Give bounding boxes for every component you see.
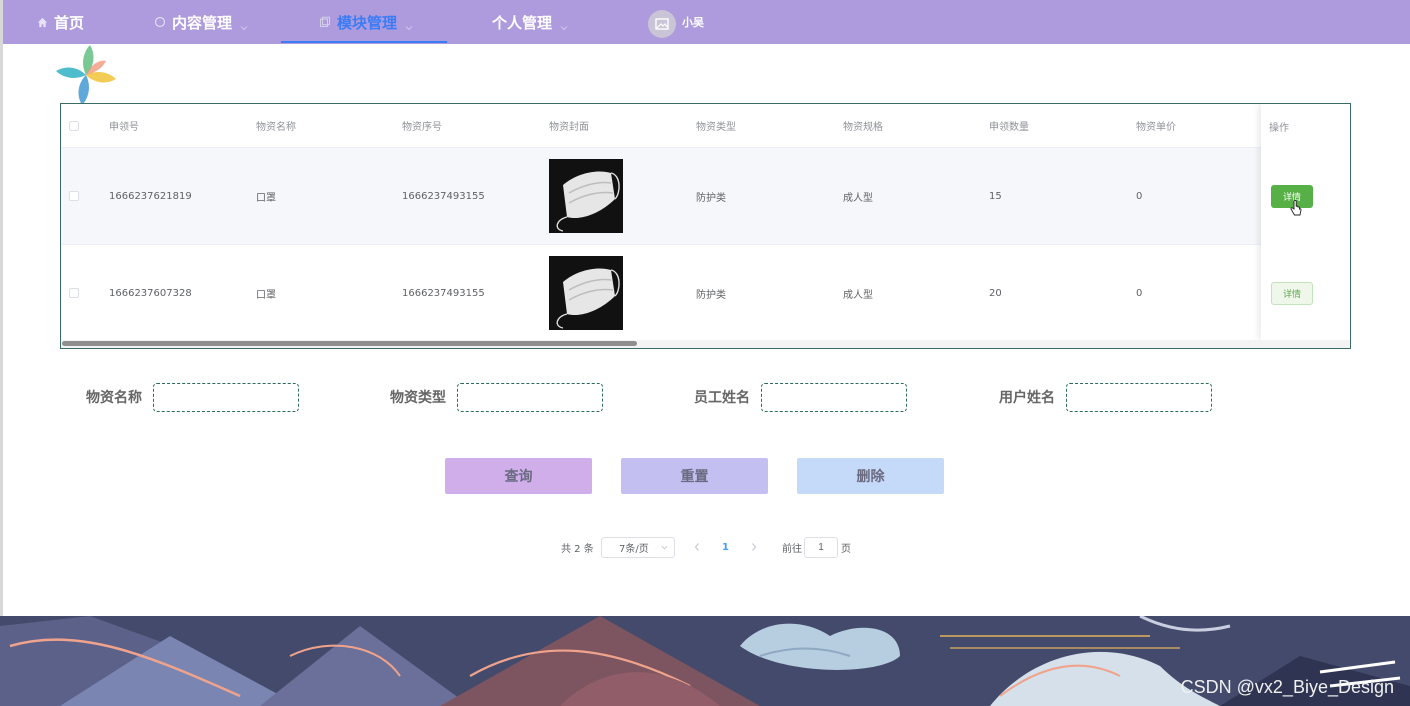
filter-staff-input[interactable] [761,383,907,412]
nav-module-management[interactable]: 模块管理 [319,0,413,44]
col-operations: 操作 [1269,122,1289,134]
active-tab-indicator [281,41,447,43]
cell-cover [549,245,623,341]
watermark-text: CSDN @vx2_Biye_Design [1180,677,1394,697]
cell-spec: 成人型 [843,289,873,301]
cell-type: 防护类 [696,192,726,204]
chevron-down-icon [240,18,248,31]
cell-cover [549,148,623,244]
chevron-down-icon [560,18,568,31]
goto-page-input[interactable] [804,537,838,558]
top-nav: 首页 内容管理 模块管理 个人管理 小吴 [3,0,1410,44]
query-button[interactable]: 查询 [445,458,592,494]
col-apply-no: 申领号 [109,122,139,133]
pinwheel-logo [56,45,116,105]
page-size-value: 7条/页 [619,544,649,555]
delete-button[interactable]: 删除 [797,458,944,494]
cell-qty: 20 [989,287,1002,299]
filter-staff-label: 员工姓名 [694,390,750,406]
filter-user-label: 用户姓名 [999,390,1055,406]
chevron-down-icon [661,545,668,550]
mask-thumbnail[interactable] [549,159,623,233]
chevron-down-icon [405,18,413,31]
nav-personal-management[interactable]: 个人管理 [492,0,568,44]
comment-icon [154,16,166,28]
goto-suffix: 页 [841,543,851,555]
filter-name-input[interactable] [153,383,299,412]
goto-prefix: 前往 [782,543,802,555]
chevron-right-icon [752,543,757,551]
col-price: 物资单价 [1136,122,1176,133]
nav-home[interactable]: 首页 [36,0,84,44]
col-cover: 物资封面 [549,122,589,133]
filter-user-input[interactable] [1066,383,1212,412]
home-icon [36,16,48,28]
username[interactable]: 小吴 [682,0,704,44]
cell-name: 口罩 [256,192,276,204]
nav-home-label: 首页 [54,13,85,32]
detail-button[interactable]: 详情 [1271,282,1313,305]
operations-column: 操作 详情 详情 [1261,104,1350,340]
scrollbar-thumb[interactable] [62,341,637,346]
hand-cursor-icon [1290,200,1302,216]
col-qty: 申领数量 [989,122,1029,133]
col-name: 物资名称 [256,122,296,133]
nav-module-label: 模块管理 [337,13,398,32]
cell-price: 0 [1136,190,1143,202]
col-type: 物资类型 [696,122,736,133]
chevron-left-icon [694,543,699,551]
prev-page-button[interactable] [693,537,701,557]
cell-price: 0 [1136,287,1143,299]
mask-thumbnail[interactable] [549,256,623,330]
row-checkbox[interactable] [69,148,79,244]
nav-content-label: 内容管理 [172,13,233,32]
avatar[interactable] [648,10,676,38]
next-page-button[interactable] [750,537,758,557]
col-serial: 物资序号 [402,122,442,133]
copy-icon [319,16,331,28]
page-number-current[interactable]: 1 [722,537,729,557]
cell-spec: 成人型 [843,192,873,204]
nav-personal-label: 个人管理 [492,13,553,32]
cell-qty: 15 [989,190,1002,202]
table-header: 申领号 物资名称 物资序号 物资封面 物资类型 物资规格 申领数量 物资单价 [61,104,1350,148]
pagination-total: 共 2 条 [561,543,594,555]
table-row[interactable]: 1666237621819 口罩 1666237493155 防护类 成人型 1… [61,148,1350,245]
filter-type-label: 物资类型 [390,390,446,406]
row-checkbox[interactable] [69,245,79,341]
cell-serial: 1666237493155 [402,287,485,299]
data-table: 申领号 物资名称 物资序号 物资封面 物资类型 物资规格 申领数量 物资单价 1… [60,103,1351,349]
page-size-select[interactable]: 7条/页 [601,537,675,558]
cell-name: 口罩 [256,289,276,301]
filter-name-label: 物资名称 [86,390,142,406]
cell-type: 防护类 [696,289,726,301]
select-all-checkbox[interactable] [69,104,79,147]
table-row[interactable]: 1666237607328 口罩 1666237493155 防护类 成人型 2… [61,245,1350,342]
cell-serial: 1666237493155 [402,190,485,202]
nav-content-management[interactable]: 内容管理 [154,0,248,44]
reset-button[interactable]: 重置 [621,458,768,494]
footer-banner: CSDN @vx2_Biye_Design [0,616,1410,706]
col-spec: 物资规格 [843,122,883,133]
image-icon [655,18,669,30]
window-left-border [0,0,3,616]
cell-apply-no: 1666237607328 [109,287,192,299]
cell-apply-no: 1666237621819 [109,190,192,202]
horizontal-scrollbar[interactable] [61,340,1350,348]
filter-type-input[interactable] [457,383,603,412]
